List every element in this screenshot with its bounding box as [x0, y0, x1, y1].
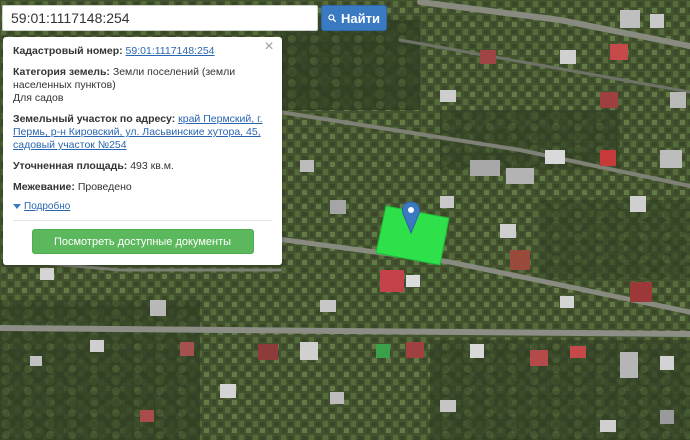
cadastral-number-label: Кадастровый номер:: [13, 45, 123, 57]
parcel-info-panel: × Кадастровый номер: 59:01:1117148:254 К…: [3, 37, 282, 265]
address-line-2: Пермь, р-н Кировский, ул. Ласьвинские ху…: [13, 126, 261, 138]
land-category-value: Земли поселений (земли: [112, 66, 236, 78]
land-use-value: Для садов: [13, 92, 64, 104]
view-documents-button[interactable]: Посмотреть доступные документы: [31, 229, 254, 254]
address-row: Земельный участок по адресу: край Пермск…: [13, 113, 272, 152]
details-link[interactable]: Подробно: [24, 200, 70, 213]
caret-down-icon: [13, 204, 21, 209]
cadastral-number-link[interactable]: 59:01:1117148:254: [126, 45, 215, 57]
area-row: Уточненная площадь: 493 кв.м.: [13, 160, 272, 173]
cadastral-number-row: Кадастровый номер: 59:01:1117148:254: [13, 45, 272, 58]
address-line-1: край Пермский, г.: [178, 113, 263, 125]
survey-label: Межевание:: [13, 181, 75, 193]
search-icon: [328, 14, 337, 23]
search-button-label: Найти: [341, 10, 380, 26]
address-label: Земельный участок по адресу:: [13, 113, 176, 125]
close-icon[interactable]: ×: [262, 39, 276, 55]
land-category-row: Категория земель: Земли поселений (земли…: [13, 66, 272, 105]
divider: [13, 220, 272, 221]
survey-row: Межевание: Проведено: [13, 181, 272, 194]
details-toggle[interactable]: Подробно: [13, 200, 272, 213]
address-line-3: садовый участок №254: [13, 139, 127, 151]
land-category-value-cont: населенных пунктов): [13, 79, 116, 91]
land-category-label: Категория земель:: [13, 66, 110, 78]
area-label: Уточненная площадь:: [13, 160, 128, 172]
survey-value: Проведено: [77, 181, 132, 193]
search-button[interactable]: Найти: [321, 5, 387, 31]
search-input[interactable]: [2, 5, 318, 31]
area-value: 493 кв.м.: [130, 160, 174, 172]
